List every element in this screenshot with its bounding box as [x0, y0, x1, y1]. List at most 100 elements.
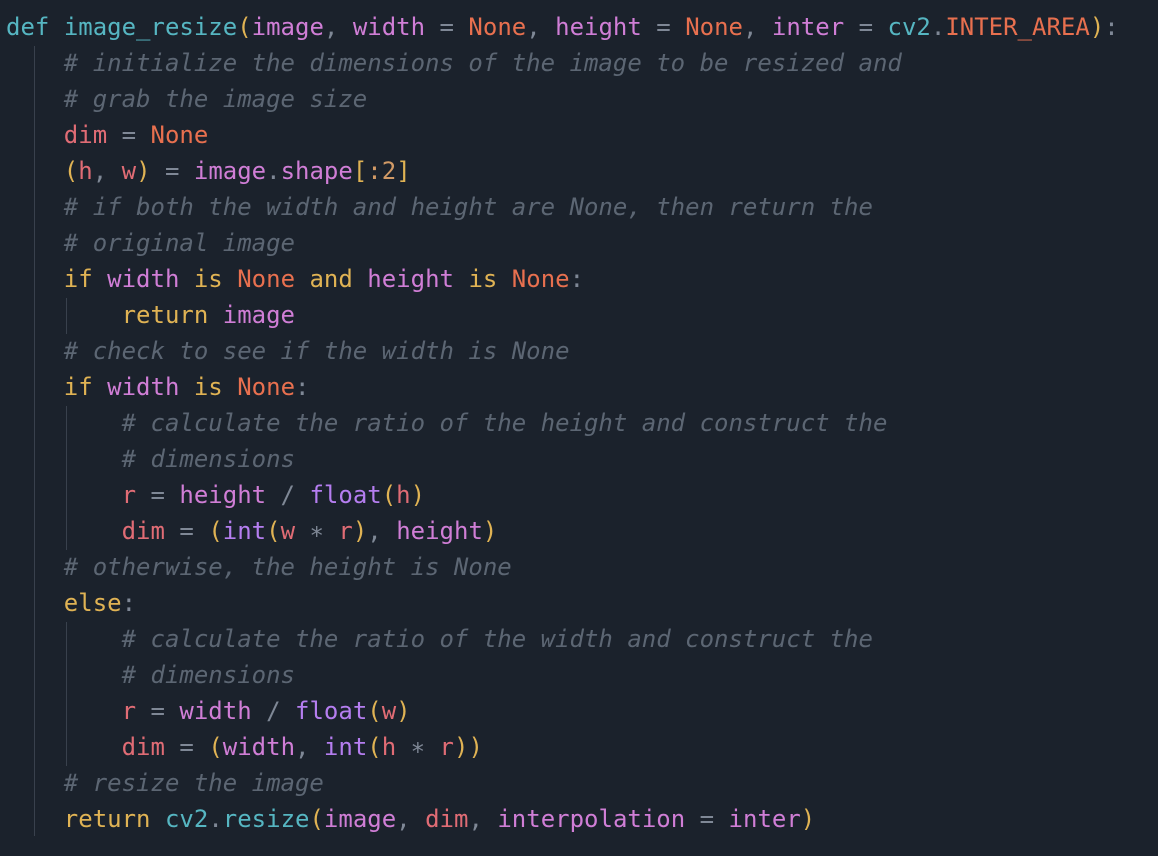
code-line[interactable]: # dimensions [6, 657, 295, 693]
code-token: / [266, 481, 310, 509]
code-line[interactable]: else: [6, 585, 136, 621]
code-line[interactable]: return cv2.resize(image, dim, interpolat… [6, 801, 815, 837]
code-token: width [352, 13, 426, 41]
code-token: : [295, 373, 310, 401]
code-token: ∗ [396, 733, 440, 761]
code-token: . [930, 13, 946, 41]
code-token: if [63, 373, 93, 401]
code-line[interactable]: # original image [6, 225, 295, 261]
code-token: return [121, 301, 209, 329]
code-token: ∗ [295, 517, 339, 545]
code-token: ) [1089, 13, 1105, 41]
code-token: , [742, 13, 772, 41]
code-token: :2 [367, 157, 397, 185]
code-token: [ [352, 157, 368, 185]
code-token: is [468, 265, 498, 293]
code-token: ) [396, 697, 411, 725]
code-token: # if both the width and height are None,… [63, 193, 873, 221]
code-token: None [237, 265, 296, 293]
code-line[interactable]: r = width / float(w) [6, 693, 411, 729]
code-token: r [338, 517, 353, 545]
code-token: )) [454, 733, 483, 761]
code-token: # resize the image [63, 769, 324, 797]
code-token: height [555, 13, 642, 41]
code-token: image [222, 301, 295, 329]
code-token: image [323, 805, 397, 833]
code-token: # grab the image size [63, 85, 368, 113]
code-token: cv2 [887, 13, 931, 41]
code-line[interactable]: return image [6, 297, 295, 333]
code-token: r [121, 481, 137, 509]
code-token: dim [121, 733, 165, 761]
code-line[interactable]: if width is None: [6, 369, 310, 405]
code-token: h [381, 733, 397, 761]
code-token: dim [121, 517, 165, 545]
code-token: if [63, 265, 93, 293]
code-line[interactable]: (h, w) = image.shape[:2] [6, 153, 411, 189]
code-line[interactable]: # dimensions [6, 441, 295, 477]
code-token: height [367, 265, 454, 293]
code-token: = [136, 481, 180, 509]
code-token: else [63, 589, 122, 617]
code-token: ) [136, 157, 151, 185]
code-token: ( [381, 481, 397, 509]
code-token: is [193, 373, 223, 401]
code-line[interactable]: # otherwise, the height is None [6, 549, 512, 585]
code-token: None [468, 13, 527, 41]
code-line[interactable]: # if both the width and height are None,… [6, 189, 873, 225]
code-token: is [193, 265, 223, 293]
code-token: ( [208, 517, 223, 545]
code-token: r [439, 733, 454, 761]
code-line[interactable]: # initialize the dimensions of the image… [6, 45, 902, 81]
code-token: # dimensions [121, 445, 295, 473]
code-token: int [323, 733, 368, 761]
code-token: ) [800, 805, 816, 833]
code-token: , [323, 13, 353, 41]
code-line[interactable]: # check to see if the width is None [6, 333, 570, 369]
code-line[interactable]: if width is None and height is None: [6, 261, 584, 297]
code-line[interactable]: dim = (int(w ∗ r), height) [6, 513, 498, 549]
code-token: ) [482, 517, 498, 545]
code-token: ( [367, 733, 382, 761]
code-line[interactable]: def image_resize(image, width = None, he… [6, 9, 1119, 45]
code-line[interactable]: # calculate the ratio of the width and c… [6, 621, 873, 657]
code-token: width [107, 265, 180, 293]
code-token: width [107, 373, 180, 401]
code-token: ( [309, 805, 324, 833]
code-editor[interactable]: def image_resize(image, width = None, he… [0, 0, 1158, 856]
code-line[interactable]: dim = (width, int(h ∗ r)) [6, 729, 483, 765]
code-token: interpolation [497, 805, 686, 833]
code-token: image [193, 157, 267, 185]
code-token: cv2 [164, 805, 209, 833]
code-line[interactable]: # calculate the ratio of the height and … [6, 405, 888, 441]
code-token: h [78, 157, 93, 185]
code-token: ( [208, 733, 223, 761]
code-line[interactable]: r = height / float(h) [6, 477, 425, 513]
code-line[interactable]: dim = None [6, 117, 209, 153]
code-token: ] [396, 157, 411, 185]
code-line[interactable]: # resize the image [6, 765, 324, 801]
code-line[interactable]: # grab the image size [6, 81, 367, 117]
code-token: , [468, 805, 498, 833]
code-token: ( [266, 517, 281, 545]
code-token: ) [410, 481, 426, 509]
code-token: dim [425, 805, 469, 833]
code-token: None [237, 373, 296, 401]
code-token: = [136, 697, 180, 725]
code-token: None [150, 121, 209, 149]
